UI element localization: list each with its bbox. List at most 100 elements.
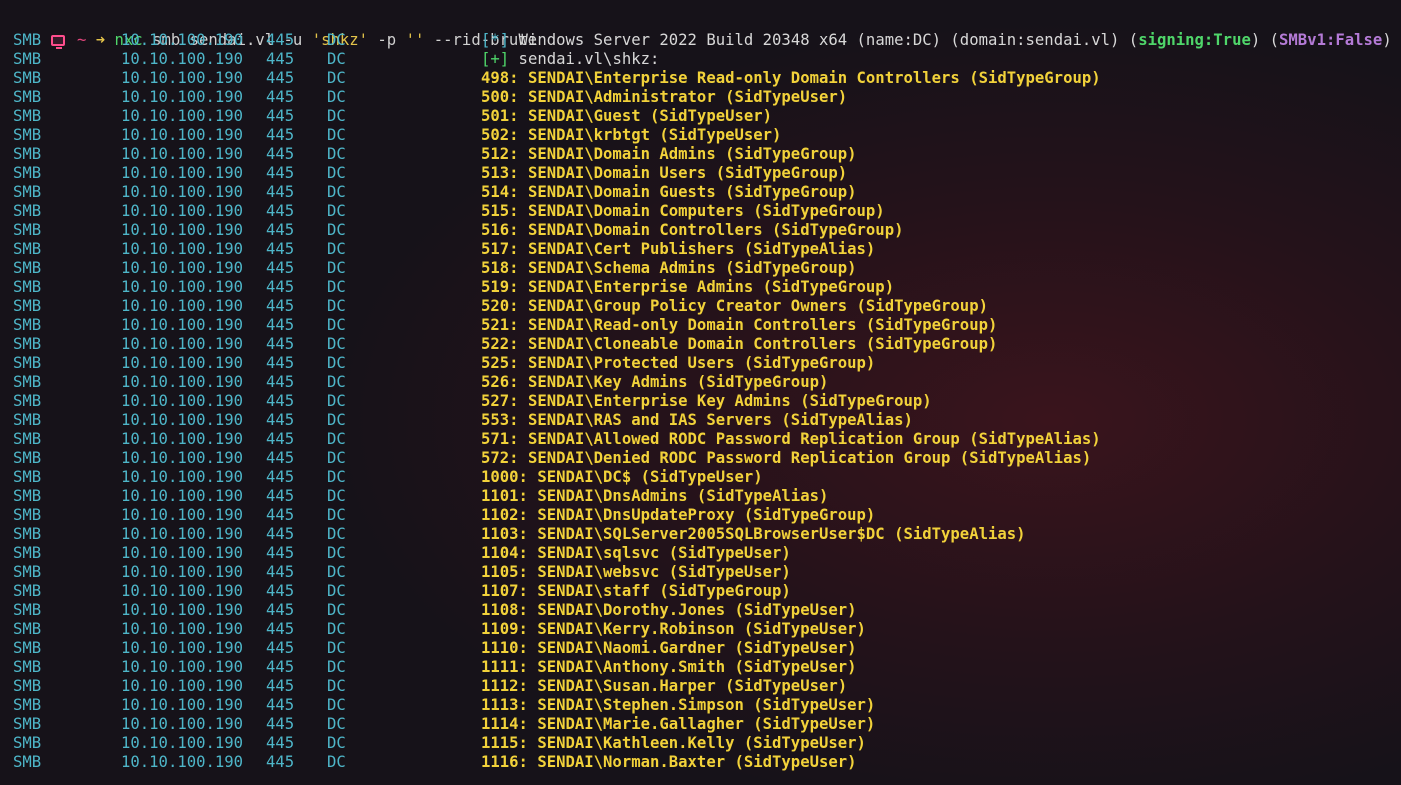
host-cell: DC <box>327 107 346 125</box>
ip-cell: 10.10.100.190 <box>121 31 244 49</box>
result-row: SMB 10.10.100.190 445 DC 1000: SENDAI\DC$ (S… <box>13 468 763 487</box>
port-cell: 445 <box>266 240 295 258</box>
port-cell: 445 <box>266 297 295 315</box>
host-cell: DC <box>327 449 346 467</box>
host-cell: DC <box>327 430 346 448</box>
result-row: SMB 10.10.100.190 445 DC 517: SENDAI\Cert Pu… <box>13 240 875 259</box>
rid-entry: 1101: SENDAI\DnsAdmins (SidTypeAlias) <box>481 487 829 505</box>
protocol-cell: SMB <box>13 278 42 296</box>
port-cell: 445 <box>266 449 295 467</box>
result-row: SMB 10.10.100.190 445 DC 502: SENDAI\krbtgt … <box>13 126 781 145</box>
ip-cell: 10.10.100.190 <box>121 240 244 258</box>
result-row: SMB 10.10.100.190 445 DC 1101: SENDAI\DnsAdm… <box>13 487 828 506</box>
host-cell: DC <box>327 50 346 68</box>
host-cell: DC <box>327 601 346 619</box>
ip-cell: 10.10.100.190 <box>121 202 244 220</box>
rid-entry: 517: SENDAI\Cert Publishers (SidTypeAlia… <box>481 240 876 258</box>
port-cell: 445 <box>266 468 295 486</box>
port-cell: 445 <box>266 525 295 543</box>
protocol-cell: SMB <box>13 126 42 144</box>
result-row: SMB 10.10.100.190 445 DC 519: SENDAI\Enterpr… <box>13 278 894 297</box>
result-row: SMB 10.10.100.190 445 DC 1104: SENDAI\sqlsvc… <box>13 544 791 563</box>
result-row: SMB 10.10.100.190 445 DC 526: SENDAI\Key Adm… <box>13 373 828 392</box>
protocol-cell: SMB <box>13 297 42 315</box>
host-cell: DC <box>327 69 346 87</box>
rid-entry: 518: SENDAI\Schema Admins (SidTypeGroup) <box>481 259 857 277</box>
ip-cell: 10.10.100.190 <box>121 696 244 714</box>
result-row: SMB 10.10.100.190 445 DC 553: SENDAI\RAS and… <box>13 411 913 430</box>
host-cell: DC <box>327 696 346 714</box>
host-cell: DC <box>327 164 346 182</box>
result-row: SMB 10.10.100.190 445 DC 1102: SENDAI\DnsUpd… <box>13 506 875 525</box>
protocol-cell: SMB <box>13 715 42 733</box>
protocol-cell: SMB <box>13 202 42 220</box>
ip-cell: 10.10.100.190 <box>121 88 244 106</box>
rid-entry: 1103: SENDAI\SQLServer2005SQLBrowserUser… <box>481 525 1026 543</box>
protocol-cell: SMB <box>13 601 42 619</box>
ip-cell: 10.10.100.190 <box>121 734 244 752</box>
port-cell: 445 <box>266 411 295 429</box>
terminal-output: ~ ➜ nxc smb sendai.vl -u 'shkz' -p '' --… <box>13 12 1392 772</box>
protocol-cell: SMB <box>13 107 42 125</box>
ip-cell: 10.10.100.190 <box>121 525 244 543</box>
result-row: SMB 10.10.100.190 445 DC 1103: SENDAI\SQLSer… <box>13 525 1026 544</box>
port-cell: 445 <box>266 164 295 182</box>
rid-entry: 1000: SENDAI\DC$ (SidTypeUser) <box>481 468 763 486</box>
host-cell: DC <box>327 297 346 315</box>
host-cell: DC <box>327 658 346 676</box>
result-row: SMB 10.10.100.190 445 DC 514: SENDAI\Domain … <box>13 183 857 202</box>
host-cell: DC <box>327 221 346 239</box>
protocol-cell: SMB <box>13 639 42 657</box>
protocol-cell: SMB <box>13 354 42 372</box>
result-row: SMB 10.10.100.190 445 DC 1115: SENDAI\Kathle… <box>13 734 866 753</box>
host-cell: DC <box>327 373 346 391</box>
host-cell: DC <box>327 259 346 277</box>
protocol-cell: SMB <box>13 164 42 182</box>
host-cell: DC <box>327 411 346 429</box>
ip-cell: 10.10.100.190 <box>121 487 244 505</box>
result-row: SMB 10.10.100.190 445 DC 513: SENDAI\Domain … <box>13 164 847 183</box>
rid-entry: 1114: SENDAI\Marie.Gallagher (SidTypeUse… <box>481 715 876 733</box>
protocol-cell: SMB <box>13 183 42 201</box>
ip-cell: 10.10.100.190 <box>121 506 244 524</box>
protocol-cell: SMB <box>13 677 42 695</box>
rid-entry: 1108: SENDAI\Dorothy.Jones (SidTypeUser) <box>481 601 857 619</box>
result-row: SMB 10.10.100.190 445 DC 500: SENDAI\Adminis… <box>13 88 847 107</box>
host-cell: DC <box>327 468 346 486</box>
host-cell: DC <box>327 620 346 638</box>
ip-cell: 10.10.100.190 <box>121 449 244 467</box>
result-row: SMB 10.10.100.190 445 DC 520: SENDAI\Group P… <box>13 297 988 316</box>
protocol-cell: SMB <box>13 487 42 505</box>
result-row: SMB 10.10.100.190 445 DC 1114: SENDAI\Marie.… <box>13 715 875 734</box>
port-cell: 445 <box>266 183 295 201</box>
ip-cell: 10.10.100.190 <box>121 582 244 600</box>
ip-cell: 10.10.100.190 <box>121 544 244 562</box>
host-cell: DC <box>327 31 346 49</box>
protocol-cell: SMB <box>13 525 42 543</box>
rid-entry: 527: SENDAI\Enterprise Key Admins (SidTy… <box>481 392 932 410</box>
ip-cell: 10.10.100.190 <box>121 639 244 657</box>
port-cell: 445 <box>266 506 295 524</box>
result-row: SMB 10.10.100.190 445 DC 1105: SENDAI\websvc… <box>13 563 791 582</box>
port-cell: 445 <box>266 430 295 448</box>
banner-line: SMB 10.10.100.190 445 DC [*] Windows Ser… <box>13 31 1392 50</box>
port-cell: 445 <box>266 259 295 277</box>
host-cell: DC <box>327 582 346 600</box>
rid-entry: 513: SENDAI\Domain Users (SidTypeGroup) <box>481 164 848 182</box>
port-cell: 445 <box>266 316 295 334</box>
rid-entry: 500: SENDAI\Administrator (SidTypeUser) <box>481 88 848 106</box>
port-cell: 445 <box>266 753 295 771</box>
port-cell: 445 <box>266 278 295 296</box>
rid-entry: 1109: SENDAI\Kerry.Robinson (SidTypeUser… <box>481 620 866 638</box>
rid-entry: 521: SENDAI\Read-only Domain Controllers… <box>481 316 998 334</box>
ip-cell: 10.10.100.190 <box>121 430 244 448</box>
port-cell: 445 <box>266 620 295 638</box>
info-tag: [*] <box>481 31 510 49</box>
prompt-line[interactable]: ~ ➜ nxc smb sendai.vl -u 'shkz' -p '' --… <box>13 12 537 49</box>
port-cell: 445 <box>266 145 295 163</box>
rid-entry: 498: SENDAI\Enterprise Read-only Domain … <box>481 69 1101 87</box>
ip-cell: 10.10.100.190 <box>121 183 244 201</box>
rid-entry: 519: SENDAI\Enterprise Admins (SidTypeGr… <box>481 278 895 296</box>
rid-entry: 1110: SENDAI\Naomi.Gardner (SidTypeUser) <box>481 639 857 657</box>
ip-cell: 10.10.100.190 <box>121 126 244 144</box>
